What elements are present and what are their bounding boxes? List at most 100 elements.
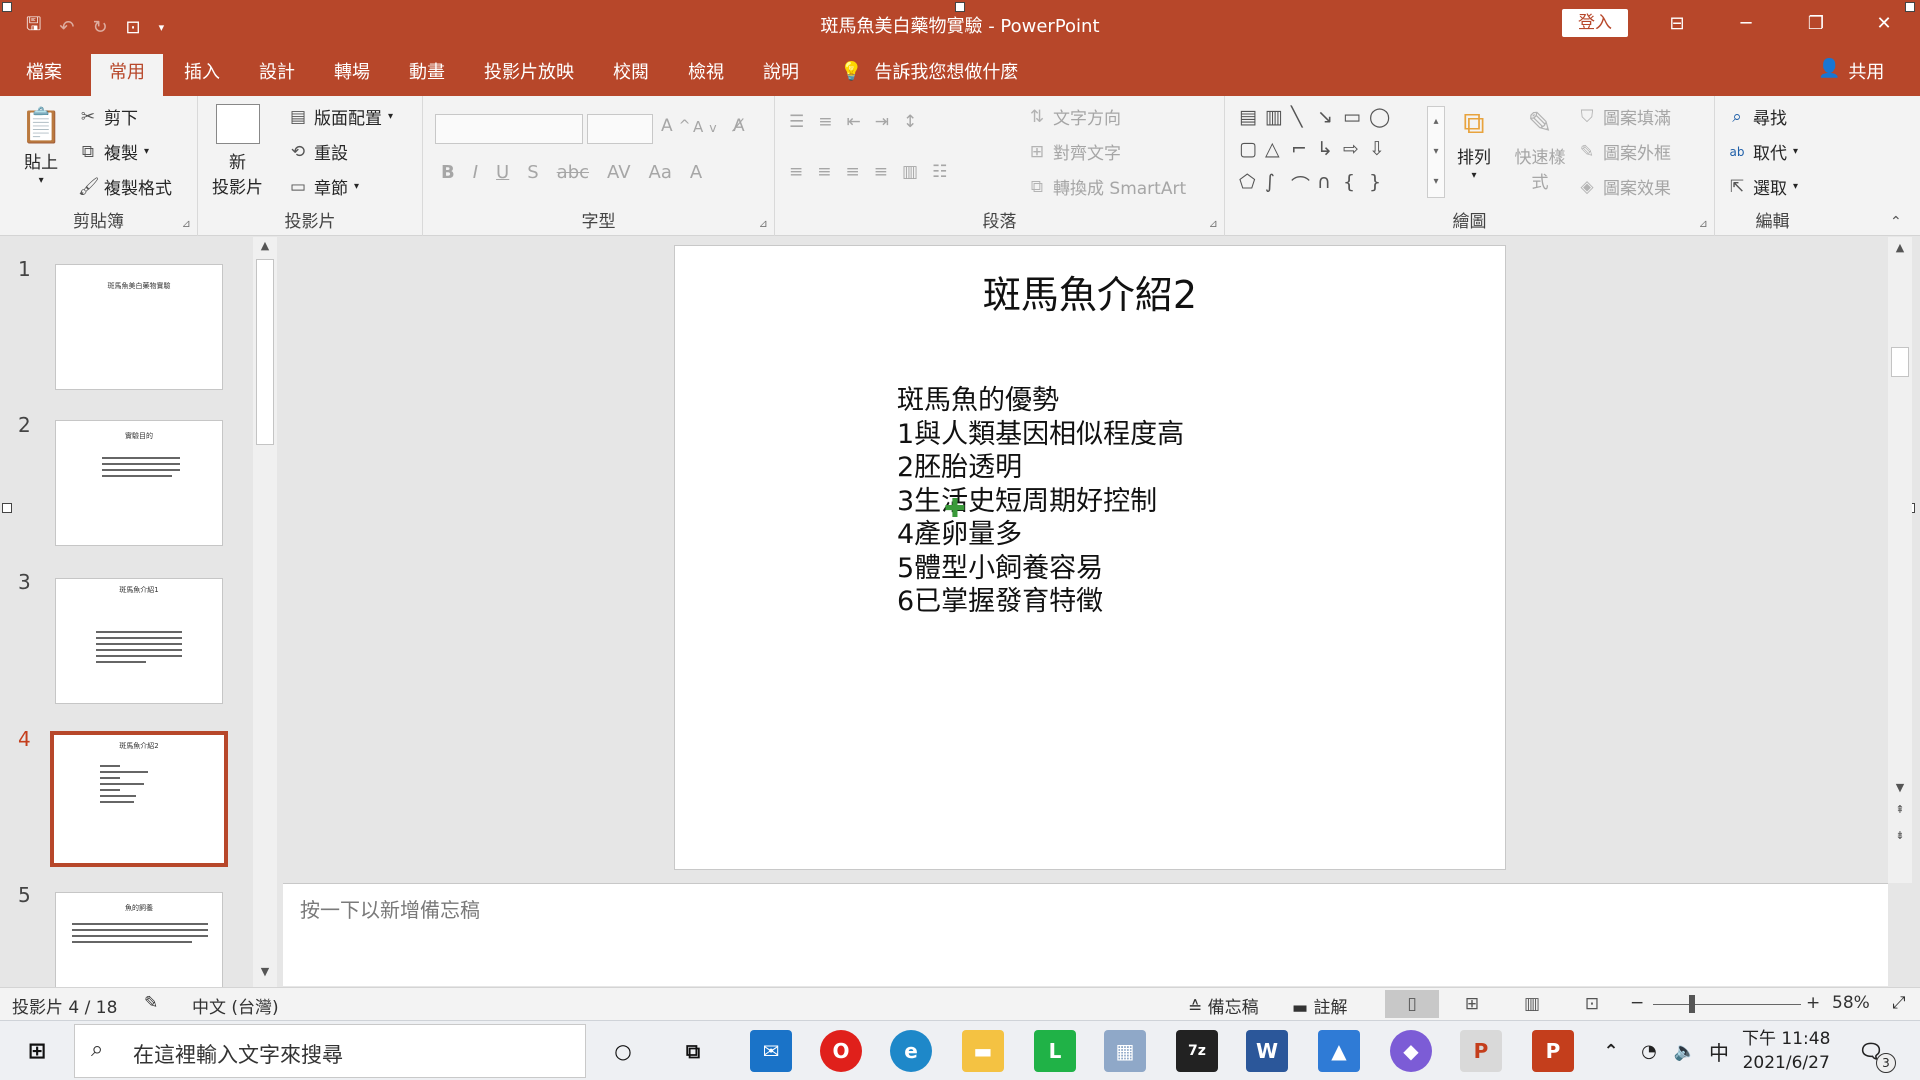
convert-smartart-button[interactable]: ⧉ 轉換成 SmartArt — [1027, 174, 1186, 200]
zoom-percent[interactable]: 58% — [1832, 993, 1870, 1013]
slide-thumbnail-1[interactable]: 斑馬魚美白藥物實驗 — [55, 264, 223, 390]
numbering-icon[interactable]: ≡ — [818, 112, 832, 132]
italic-icon[interactable]: I — [473, 162, 478, 183]
dialog-launcher-icon[interactable]: ⊿ — [182, 217, 191, 230]
tab-home[interactable]: 常用 — [91, 54, 163, 96]
word-icon[interactable]: W — [1246, 1030, 1288, 1072]
opera-icon[interactable]: O — [820, 1030, 862, 1072]
triangle-icon[interactable]: △ — [1265, 138, 1291, 164]
slide-thumbnail-2[interactable]: 實驗目的 — [55, 420, 223, 546]
select-button[interactable]: ⇱ 選取 ▾ — [1727, 174, 1798, 200]
spell-check-icon[interactable]: ✎ — [144, 993, 158, 1013]
strikethrough-icon[interactable]: abc — [557, 162, 589, 183]
tab-design[interactable]: 設計 — [259, 58, 295, 84]
tab-help[interactable]: 說明 — [763, 58, 799, 84]
down-arrow-icon[interactable]: ⇩ — [1369, 138, 1395, 164]
right-arrow-icon[interactable]: ⇨ — [1343, 138, 1369, 164]
slide-scrollbar[interactable]: ▲ ▼ ⇞ ⇟ — [1888, 237, 1912, 883]
section-button[interactable]: ▭ 章節 ▾ — [288, 174, 359, 200]
slide-thumbnail-5[interactable]: 魚的飼養 — [55, 892, 223, 987]
notes-toggle-button[interactable]: ≙ 備忘稿 — [1188, 993, 1259, 1018]
cortana-icon[interactable]: ○ — [602, 1030, 644, 1072]
font-name-combo[interactable] — [435, 114, 583, 144]
left-brace-icon[interactable]: { — [1343, 171, 1369, 202]
slide-sorter-view-button[interactable]: ⊞ — [1445, 990, 1499, 1018]
grow-font-icon[interactable]: A ^ — [661, 116, 691, 136]
char-spacing-icon[interactable]: AV — [607, 162, 630, 183]
shape-effects-button[interactable]: ◈ 圖案效果 — [1577, 174, 1671, 200]
selection-handle[interactable] — [2, 2, 12, 12]
increase-indent-icon[interactable]: ⇥ — [875, 112, 889, 132]
dialog-launcher-icon[interactable]: ⊿ — [759, 217, 768, 230]
tab-review[interactable]: 校閱 — [613, 58, 649, 84]
scrollbar-thumb[interactable] — [1891, 347, 1909, 377]
file-explorer-icon[interactable]: ▬ — [962, 1030, 1004, 1072]
textbox-icon[interactable]: ▤ — [1239, 106, 1265, 132]
rounded-rect-icon[interactable]: ▢ — [1239, 138, 1265, 164]
layout-button[interactable]: ▤ 版面配置 ▾ — [288, 104, 393, 130]
normal-view-button[interactable]: ▯ — [1385, 990, 1439, 1018]
slide-canvas[interactable]: 斑馬魚介紹2 斑馬魚的優勢 1與人類基因相似程度高 2胚胎透明 3生活史短周期好… — [674, 245, 1506, 870]
tab-file[interactable]: 檔案 — [26, 58, 62, 84]
quick-styles-button[interactable]: ✎ 快速樣式 — [1513, 106, 1567, 193]
find-button[interactable]: ⌕ 尋找 — [1727, 104, 1787, 130]
comments-toggle-button[interactable]: ▬ 註解 — [1292, 993, 1347, 1018]
line-icon[interactable]: ╲ — [1291, 106, 1317, 132]
shrink-font-icon[interactable]: Av — [693, 118, 717, 136]
chevron-up-icon[interactable]: ⌃ — [1590, 1030, 1632, 1072]
paste-button[interactable]: 📋 貼上 ▾ — [20, 106, 62, 186]
selection-handle[interactable] — [2, 503, 12, 513]
dialog-launcher-icon[interactable]: ⊿ — [1209, 217, 1218, 230]
right-brace-icon[interactable]: } — [1369, 171, 1395, 202]
previous-slide-icon[interactable]: ⇞ — [1891, 803, 1909, 816]
edge-icon[interactable]: e — [890, 1030, 932, 1072]
line-app-icon[interactable]: L — [1034, 1030, 1076, 1072]
tab-insert[interactable]: 插入 — [184, 58, 220, 84]
slide-body-text[interactable]: 斑馬魚的優勢 1與人類基因相似程度高 2胚胎透明 3生活史短周期好控制 4產卵量… — [897, 384, 1184, 619]
ribbon-display-options-icon[interactable]: ⊟ — [1647, 0, 1707, 46]
ime-indicator[interactable]: 中 — [1698, 1030, 1740, 1072]
scroll-down-icon[interactable]: ▼ — [1891, 781, 1909, 794]
zoom-in-button[interactable]: + — [1806, 993, 1820, 1013]
tab-slideshow[interactable]: 投影片放映 — [484, 58, 574, 84]
scroll-up-icon[interactable]: ▲ — [1891, 241, 1909, 254]
start-slideshow-icon[interactable]: ⊡ — [126, 17, 141, 38]
text-direction-button[interactable]: ⇅ 文字方向 — [1027, 104, 1121, 130]
freeform-icon[interactable]: ⬠ — [1239, 171, 1265, 202]
scroll-up-icon[interactable]: ▲ — [256, 239, 274, 252]
next-slide-icon[interactable]: ⇟ — [1891, 829, 1909, 842]
windows-start-icon[interactable]: ⊞ — [16, 1030, 58, 1072]
taskbar-search-box[interactable]: ⌕ 在這裡輸入文字來搜尋 — [74, 1024, 586, 1078]
font-color-icon[interactable]: A — [690, 162, 702, 183]
cut-button[interactable]: ✂ 剪下 — [78, 104, 138, 130]
decrease-indent-icon[interactable]: ⇤ — [847, 112, 861, 132]
zoom-slider[interactable] — [1653, 1004, 1801, 1005]
line-spacing-icon[interactable]: ↕ — [903, 112, 917, 132]
reading-view-button[interactable]: ▥ — [1505, 990, 1559, 1018]
curve-icon[interactable]: ∩ — [1317, 171, 1343, 202]
zoom-out-button[interactable]: − — [1630, 993, 1644, 1013]
shape-outline-button[interactable]: ✎ 圖案外框 — [1577, 139, 1671, 165]
login-button[interactable]: 登入 — [1562, 9, 1628, 37]
redo-icon[interactable]: ↻ — [92, 17, 107, 38]
justify-icon[interactable]: ≡ — [874, 162, 888, 182]
thumbnails-scrollbar[interactable]: ▲ ▼ — [253, 237, 277, 987]
minimize-button[interactable]: ─ — [1716, 0, 1776, 46]
zoom-slider-knob[interactable] — [1689, 995, 1696, 1013]
align-left-icon[interactable]: ≡ — [789, 162, 803, 182]
language-indicator[interactable]: 中文 (台灣) — [192, 993, 279, 1018]
align-right-icon[interactable]: ≡ — [846, 162, 860, 182]
arrange-button[interactable]: ⧉ 排列 ▾ — [1457, 106, 1491, 181]
tab-animations[interactable]: 動畫 — [409, 58, 445, 84]
save-icon[interactable]: 🖫 — [26, 12, 41, 42]
task-view-icon[interactable]: ⧉ — [672, 1030, 714, 1072]
scrollbar-thumb[interactable] — [256, 259, 274, 445]
shapes-gallery[interactable]: ▤ ▥ ╲ ↘ ▭ ◯ ▢ △ ⌐ ↳ ⇨ ⇩ ⬠ ∫ ⌒ ∩{} — [1239, 106, 1439, 202]
slideshow-view-button[interactable]: ⊡ — [1565, 990, 1619, 1018]
vertical-textbox-icon[interactable]: ▥ — [1265, 106, 1291, 132]
elbow-connector-icon[interactable]: ⌐ — [1291, 138, 1317, 164]
rectangle-icon[interactable]: ▭ — [1343, 106, 1369, 132]
distributed-icon[interactable]: ▥ — [902, 162, 918, 182]
change-case-icon[interactable]: Aa — [649, 162, 672, 183]
shape-fill-button[interactable]: ⛉ 圖案填滿 — [1577, 104, 1671, 130]
